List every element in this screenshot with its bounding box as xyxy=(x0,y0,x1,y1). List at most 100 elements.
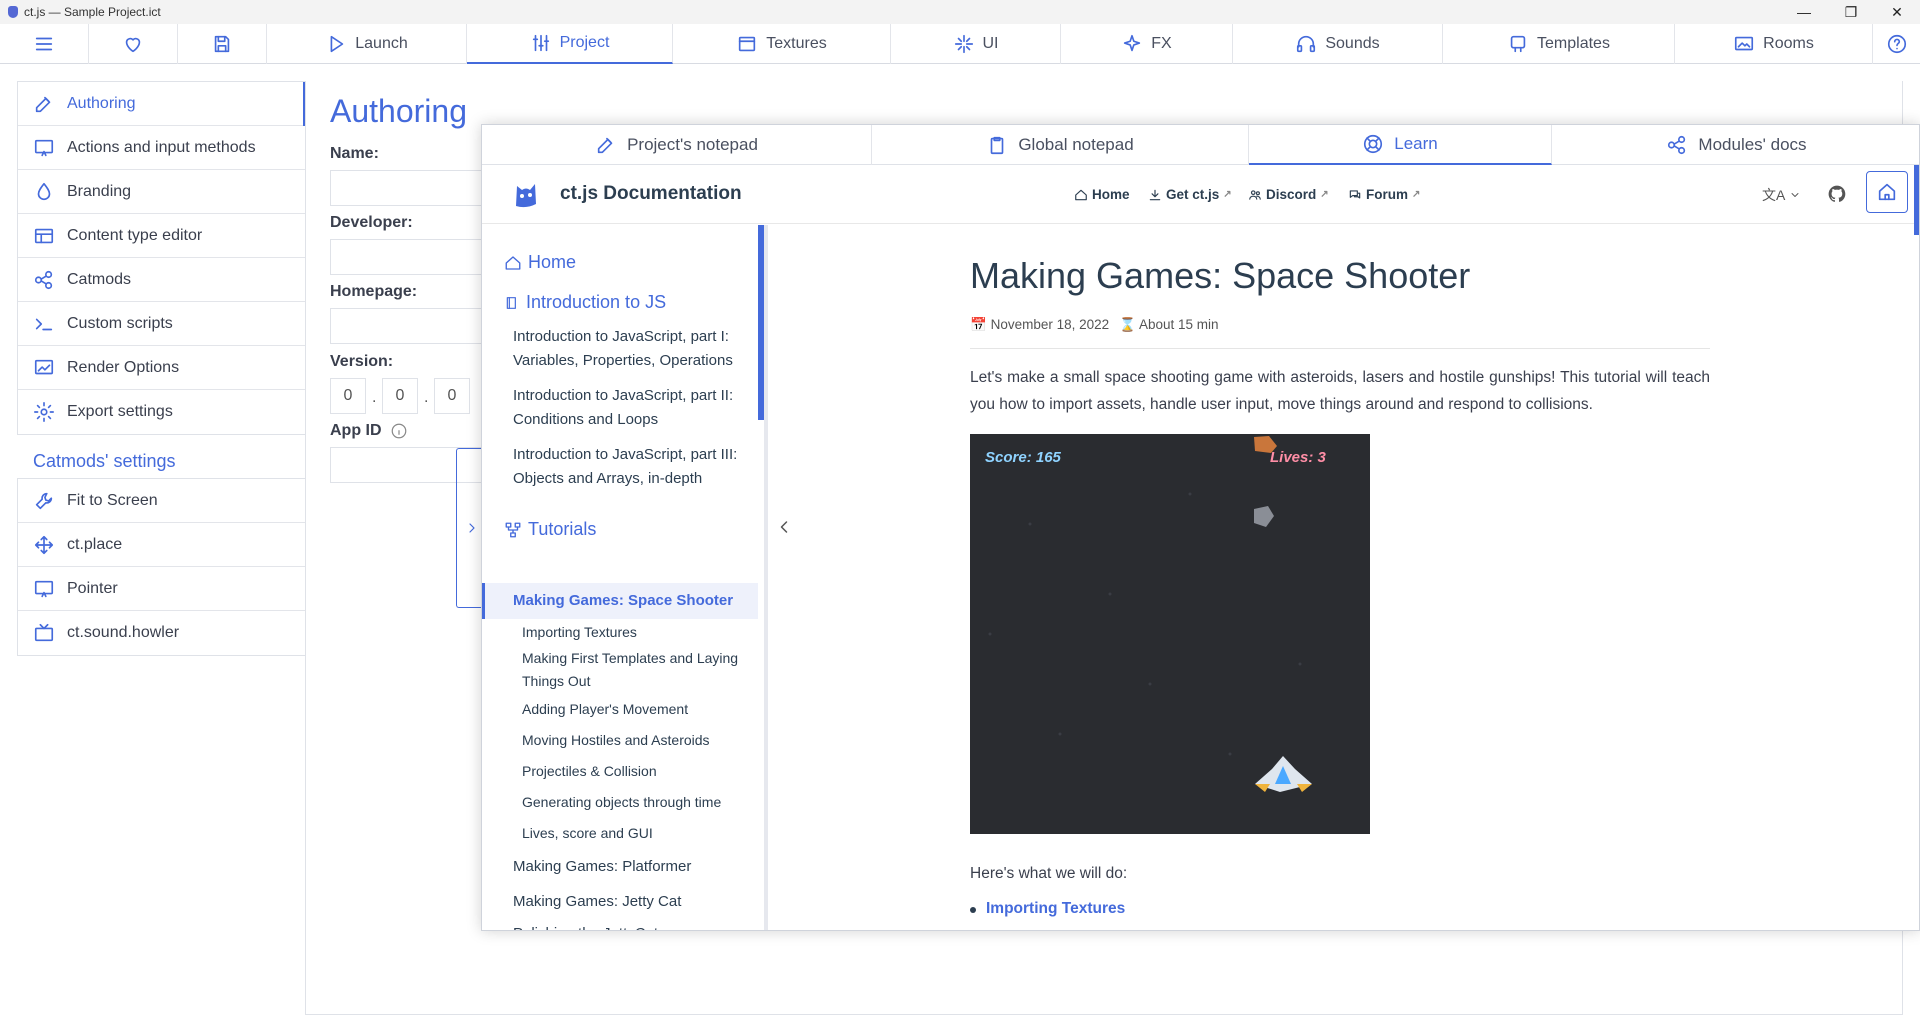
article-read-time: About 15 min xyxy=(1138,317,1219,332)
sidebar-item-branding[interactable]: Branding xyxy=(18,170,305,214)
help-button[interactable] xyxy=(1873,24,1920,64)
sidebar-section-intro[interactable]: Introduction to JS xyxy=(504,292,666,313)
nav-home-link[interactable]: Home xyxy=(1074,187,1130,202)
menu-button[interactable] xyxy=(0,24,89,64)
translate-icon: 文A xyxy=(1762,187,1786,203)
external-link-icon: ↗ xyxy=(1412,189,1421,200)
sliders-icon xyxy=(532,34,549,52)
sidebar-item-fit-to-screen[interactable]: Fit to Screen xyxy=(18,479,305,523)
sidebar-link-platformer[interactable]: Making Games: Platformer xyxy=(513,855,753,879)
chevron-right-icon xyxy=(468,523,475,533)
sidebar-sublink[interactable]: Adding Player's Movement xyxy=(522,698,752,721)
hamburger-icon xyxy=(35,37,53,51)
tab-launch-label: Launch xyxy=(355,35,408,52)
sidebar-sublink[interactable]: Generating objects through time xyxy=(522,791,752,814)
sidebar-sublink[interactable]: Projectiles & Collision xyxy=(522,760,752,783)
tab-project-notepad[interactable]: Project's notepad xyxy=(482,125,872,165)
sidebar-item-pointer[interactable]: Pointer xyxy=(18,567,305,611)
github-icon[interactable] xyxy=(1827,184,1847,204)
docs-article: Making Games: Space Shooter 📅 November 1… xyxy=(768,225,1919,930)
sidebar-item-ct-place[interactable]: ct.place xyxy=(18,523,305,567)
sidebar-item-label: ct.sound.howler xyxy=(67,624,180,641)
sidebar-item-label: Export settings xyxy=(67,403,173,420)
name-field[interactable] xyxy=(330,170,490,206)
save-button[interactable] xyxy=(178,24,267,64)
sidebar-link-intro-3[interactable]: Introduction to JavaScript, part III: Ob… xyxy=(513,443,753,491)
developer-field[interactable] xyxy=(330,239,490,275)
sidebar-item-custom-scripts[interactable]: Custom scripts xyxy=(18,302,305,346)
tab-label: Project's notepad xyxy=(627,135,758,154)
ctjs-logo-icon xyxy=(516,184,536,208)
sidebar-section-tutorials[interactable]: Tutorials xyxy=(504,519,596,540)
homepage-field[interactable] xyxy=(330,308,490,344)
droplet-icon xyxy=(37,182,51,200)
home-icon xyxy=(1878,183,1896,201)
tab-ui-label: UI xyxy=(982,35,999,52)
sidebar-sublink[interactable]: Making First Templates and Laying Things… xyxy=(522,647,752,693)
tab-templates[interactable]: Templates xyxy=(1443,24,1675,64)
nav-forum-link[interactable]: Forum ↗ xyxy=(1348,187,1420,202)
book-icon xyxy=(506,296,516,309)
sidebar-item-label: ct.place xyxy=(67,535,123,553)
sidebar-item-render-options[interactable]: Render Options xyxy=(18,346,305,390)
tab-project[interactable]: Project xyxy=(467,24,673,64)
comments-icon xyxy=(1349,189,1361,198)
article-lead: Let's make a small space shooting game w… xyxy=(970,369,1710,413)
sidebar-sublink[interactable]: Moving Hostiles and Asteroids xyxy=(522,729,752,752)
homepage-label: Homepage: xyxy=(330,283,418,300)
tab-fx[interactable]: FX xyxy=(1061,24,1233,64)
tab-rooms[interactable]: Rooms xyxy=(1675,24,1873,64)
tab-ui[interactable]: UI xyxy=(891,24,1061,64)
nav-discord-link[interactable]: Discord ↗ xyxy=(1248,187,1329,202)
article-meta: 📅 November 18, 2022 ⌛ About 15 min xyxy=(970,317,1219,333)
version-major-field[interactable]: 0 xyxy=(330,378,366,414)
tab-launch[interactable]: Launch xyxy=(267,24,467,64)
sidebar-link-intro-2[interactable]: Introduction to JavaScript, part II: Con… xyxy=(513,384,753,432)
enemy-ship xyxy=(1254,436,1277,453)
play-icon xyxy=(330,35,344,53)
info-icon[interactable] xyxy=(390,422,408,440)
sidebar-sublink[interactable]: Lives, score and GUI xyxy=(522,822,752,845)
sidebar-link-intro-1[interactable]: Introduction to JavaScript, part I: Vari… xyxy=(513,325,753,373)
tab-modules-docs[interactable]: Modules' docs xyxy=(1552,125,1919,165)
docs-brand-title[interactable]: ct.js Documentation xyxy=(560,183,742,205)
sidebar-link-jetty-cat[interactable]: Making Games: Jetty Cat xyxy=(513,890,753,914)
sidebar-item-export-settings[interactable]: Export settings xyxy=(18,390,305,434)
sidebar-item-label: Pointer xyxy=(67,579,118,597)
appid-label-row: App ID xyxy=(330,422,408,440)
sidebar-link-space-shooter[interactable]: Making Games: Space Shooter xyxy=(513,589,753,613)
sidebar-item-home[interactable]: Home xyxy=(504,252,576,273)
share-nodes-icon xyxy=(34,270,53,289)
link-importing-textures[interactable]: Importing Textures xyxy=(986,900,1125,918)
language-switcher[interactable]: 文A xyxy=(1762,185,1801,205)
sidebar-item-content-types[interactable]: Content type editor xyxy=(18,214,305,258)
headphones-icon xyxy=(1297,35,1316,53)
article-paragraph: Here's what we will do: xyxy=(970,865,1128,882)
favorites-button[interactable] xyxy=(89,24,178,64)
sidebar-section-label: Introduction to JS xyxy=(526,292,667,312)
sidebar-item-authoring[interactable]: Authoring xyxy=(18,82,305,126)
tab-textures[interactable]: Textures xyxy=(673,24,891,64)
sidebar-item-catmods[interactable]: Catmods xyxy=(18,258,305,302)
sidebar-item-actions[interactable]: Actions and input methods xyxy=(18,126,305,170)
minimize-button[interactable]: — xyxy=(1781,0,1827,24)
tv-icon xyxy=(34,623,54,642)
sidebar-sublink[interactable]: Importing Textures xyxy=(522,621,752,644)
sidebar-item-ct-sound-howler[interactable]: ct.sound.howler xyxy=(18,611,305,655)
sidebar-item-label: Custom scripts xyxy=(67,314,173,332)
docs-tabbar: Project's notepad Global notepad Learn M… xyxy=(482,125,1919,165)
sidebar-item-label: Branding xyxy=(67,182,132,200)
appid-label: App ID xyxy=(330,422,382,439)
monitor-pointer-icon xyxy=(34,139,54,156)
version-minor-field[interactable]: 0 xyxy=(382,378,418,414)
version-patch-field[interactable]: 0 xyxy=(434,378,470,414)
close-window-button[interactable]: ✕ xyxy=(1874,0,1920,24)
maximize-button[interactable]: ❐ xyxy=(1828,0,1874,24)
docs-home-button[interactable] xyxy=(1866,171,1908,213)
collapse-sidebar-button[interactable] xyxy=(774,517,794,537)
tab-sounds[interactable]: Sounds xyxy=(1233,24,1443,64)
tab-learn[interactable]: Learn xyxy=(1249,125,1552,165)
nav-get-ctjs-link[interactable]: Get ct.js ↗ xyxy=(1148,187,1232,202)
sidebar-link-polishing-jettycat[interactable]: Polishing the JettyCat xyxy=(513,922,753,930)
tab-global-notepad[interactable]: Global notepad xyxy=(872,125,1249,165)
